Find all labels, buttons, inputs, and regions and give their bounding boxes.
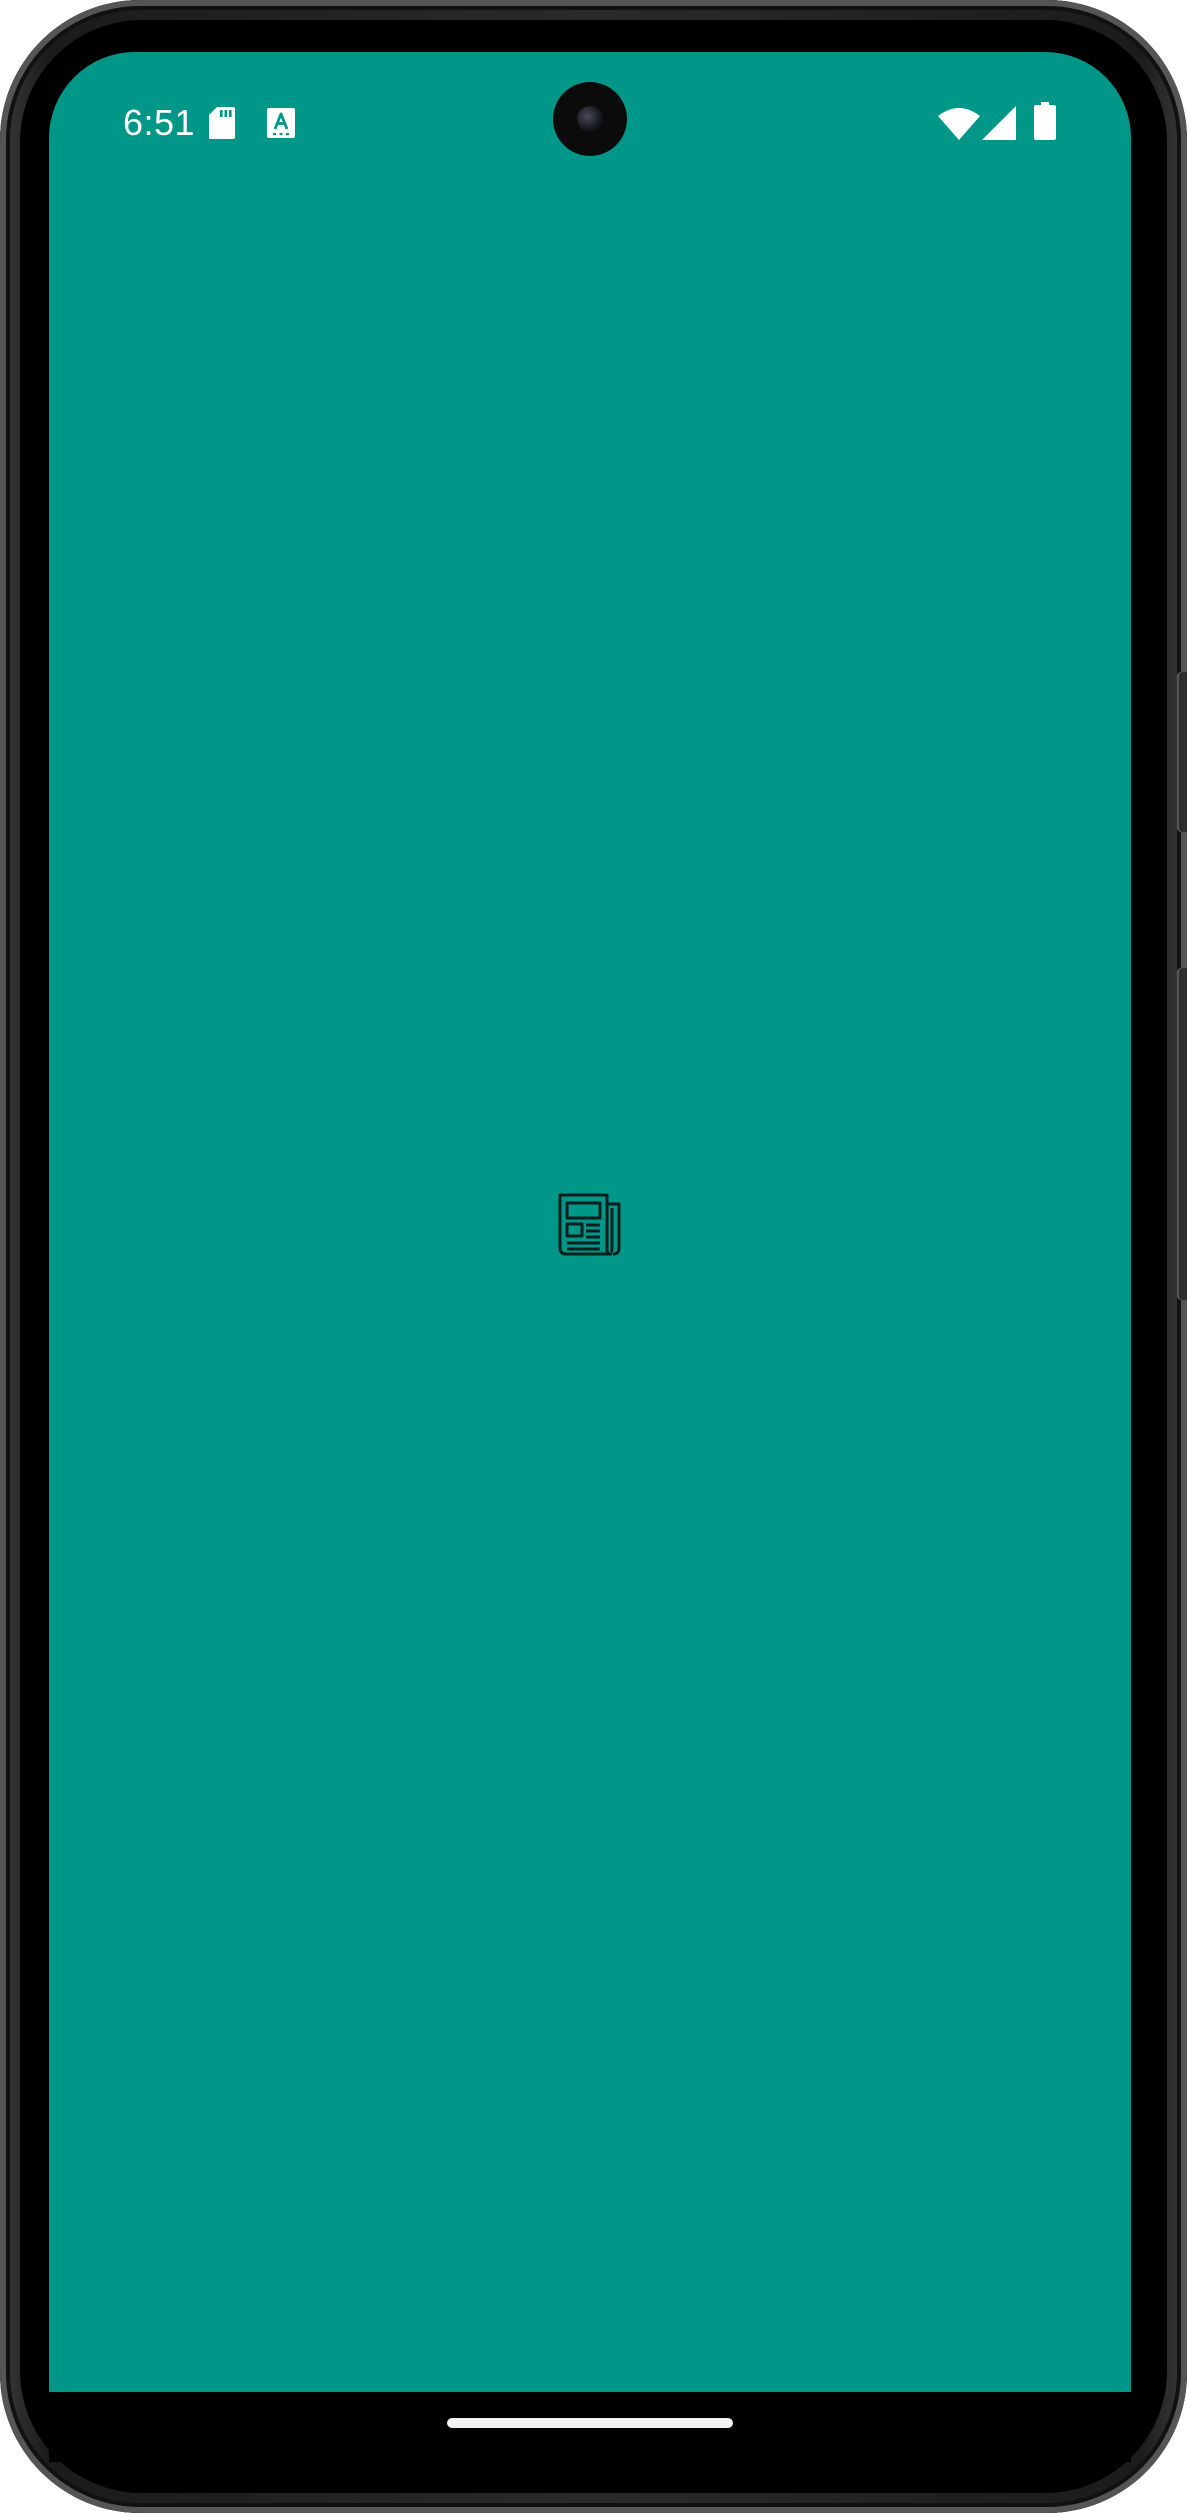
status-time: 6:51: [123, 102, 196, 143]
newspaper-icon: [558, 1193, 621, 1256]
status-bar: 6:51: [49, 52, 1131, 192]
wifi-icon: [938, 108, 980, 140]
power-button: [1177, 672, 1187, 832]
navigation-bar: [49, 2392, 1131, 2462]
phone-frame: 6:51: [0, 0, 1187, 2513]
a-keyboard-icon: [267, 108, 295, 138]
home-gesture-handle[interactable]: [447, 2418, 733, 2428]
app-screen: 6:51: [49, 52, 1131, 2392]
battery-icon: [1034, 102, 1056, 140]
sd-card-icon: [209, 107, 235, 139]
front-camera: [553, 82, 627, 156]
cell-signal-icon: [982, 106, 1016, 140]
volume-button: [1177, 968, 1187, 1300]
